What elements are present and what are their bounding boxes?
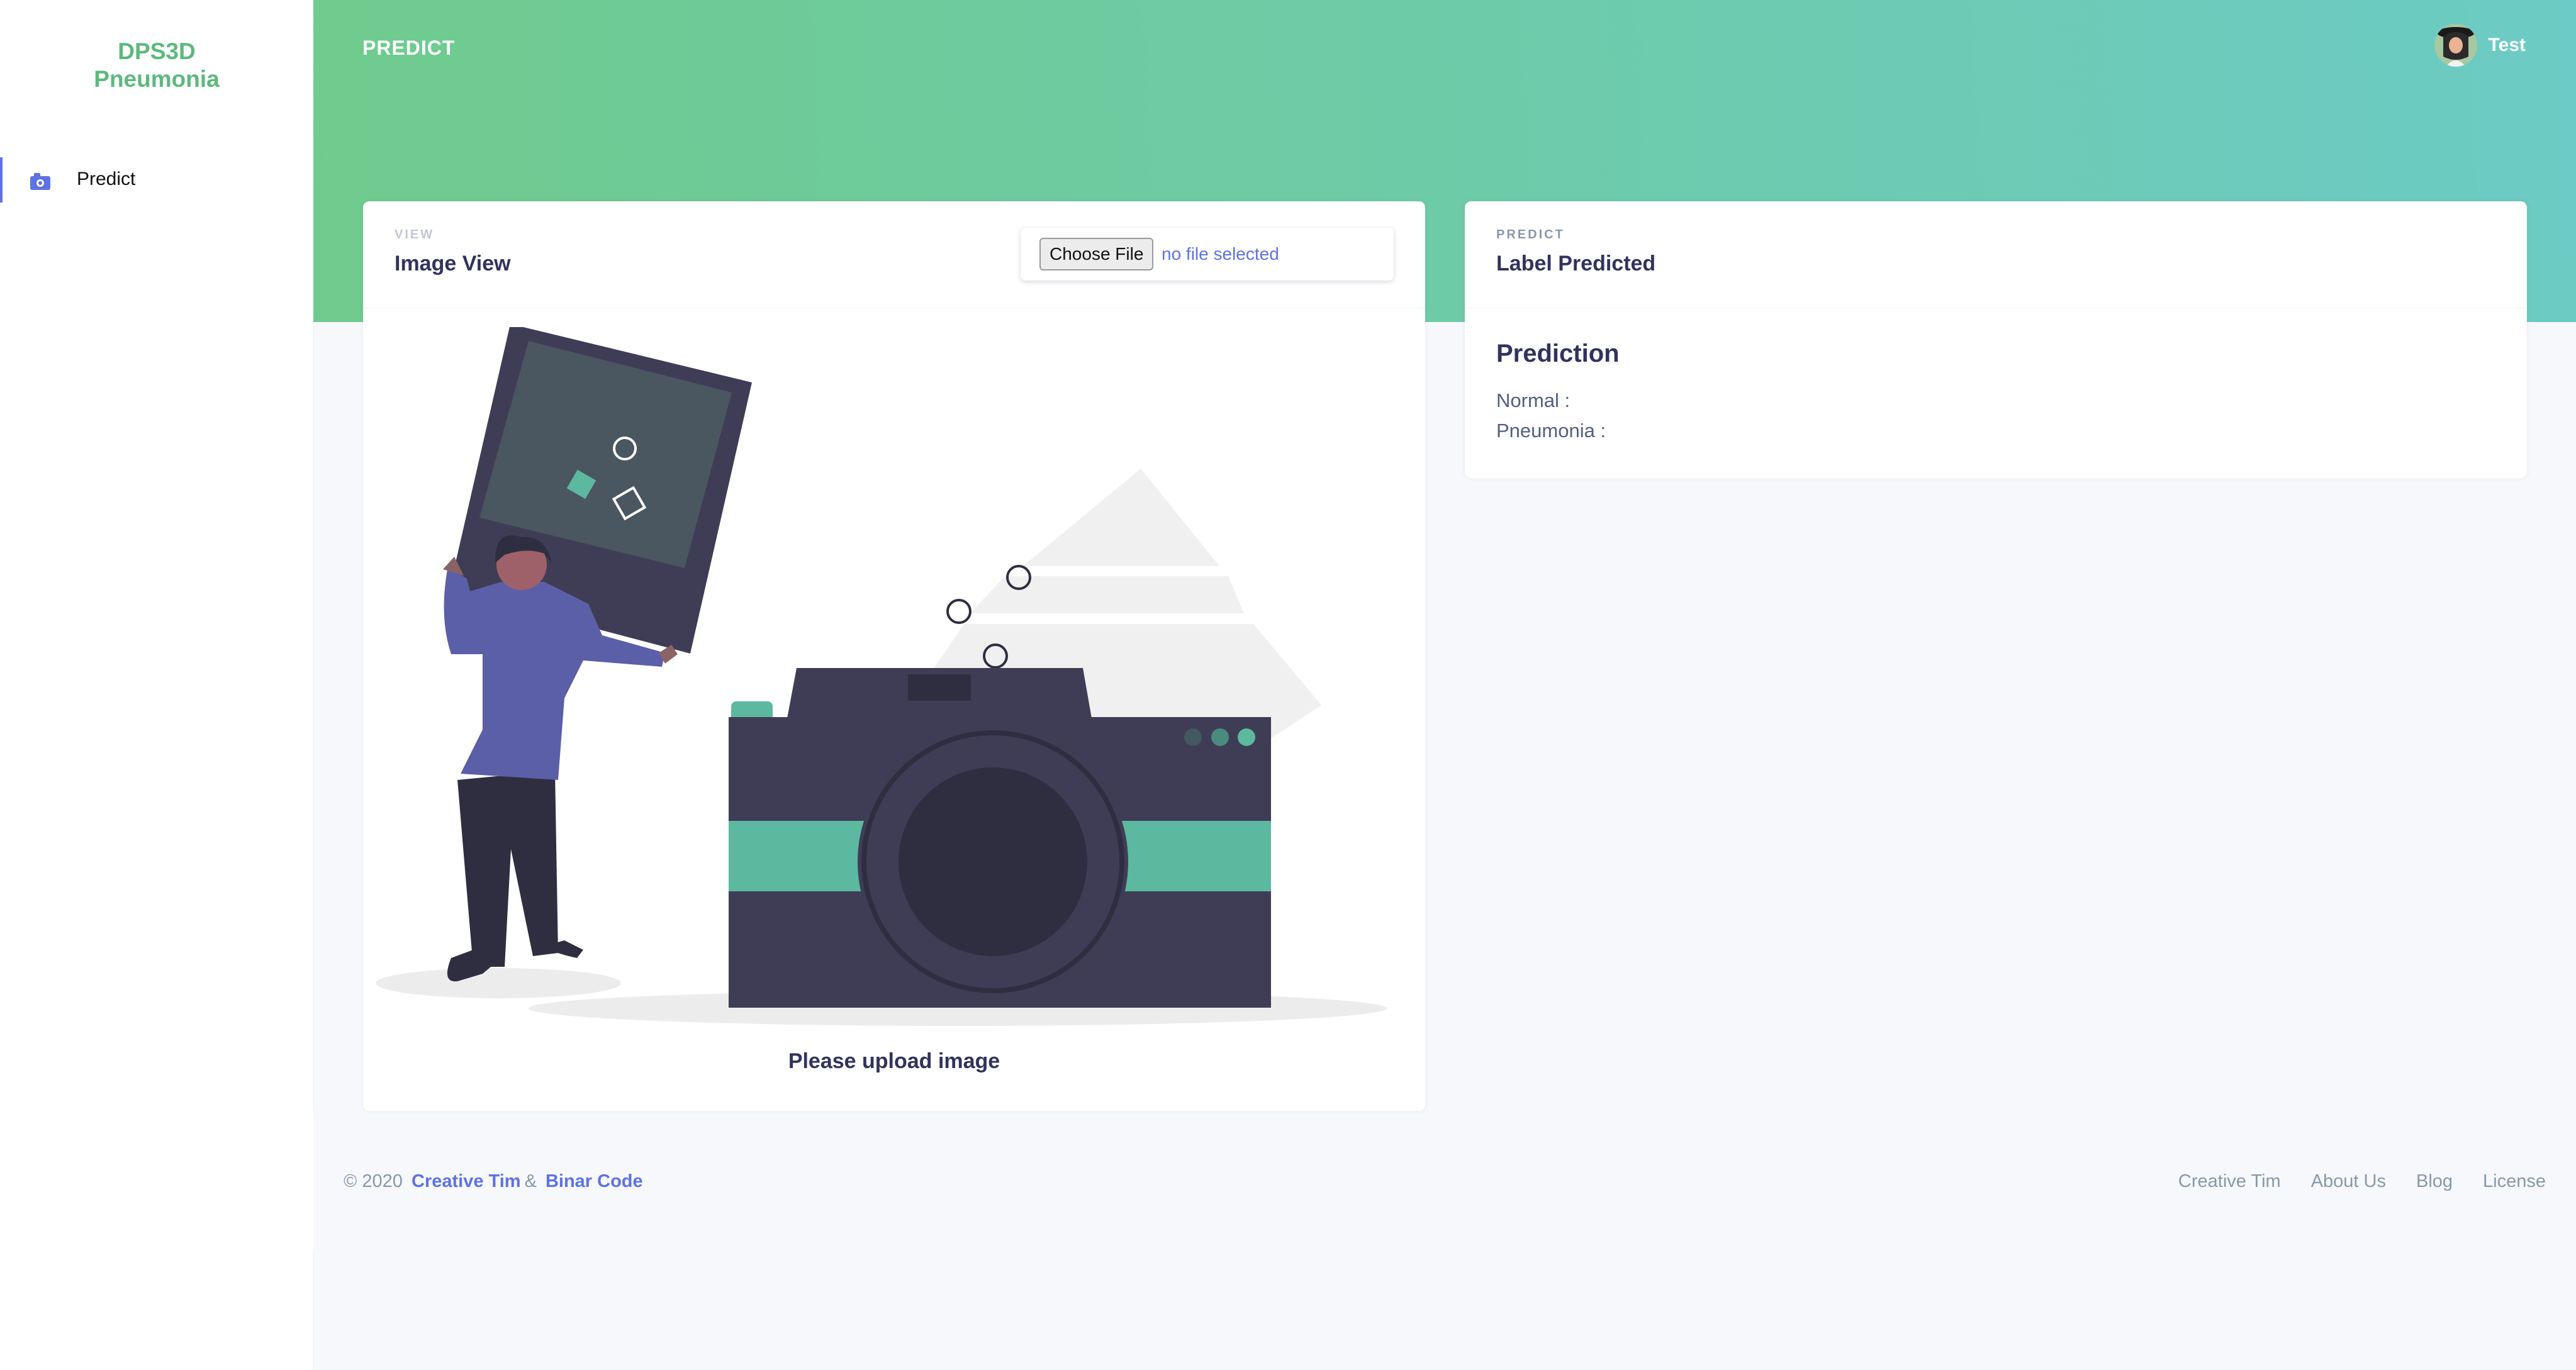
prediction-heading: Prediction: [1496, 340, 1620, 367]
sidebar-item-predict[interactable]: Predict: [0, 157, 313, 203]
upload-illustration: [376, 327, 1387, 1026]
file-input[interactable]: Choose File no file selected: [1021, 228, 1394, 281]
footer-link-about-us[interactable]: About Us: [2311, 1171, 2386, 1192]
image-view-card: VIEW Image View Choose File no file sele…: [363, 201, 1425, 1111]
brand-logo[interactable]: DPS3D Pneumonia: [0, 38, 313, 93]
card-header: PREDICT Label Predicted: [1465, 201, 2527, 308]
brand-line-2: Pneumonia: [94, 66, 220, 92]
file-status: no file selected: [1162, 244, 1279, 264]
choose-file-button[interactable]: Choose File: [1039, 238, 1154, 270]
card-overline: PREDICT: [1496, 228, 1565, 242]
camera: [729, 668, 1271, 1008]
brand-line-1: DPS3D: [118, 38, 196, 64]
footer-link-creative-tim[interactable]: Creative Tim: [412, 1171, 521, 1191]
card-title: Label Predicted: [1496, 252, 1656, 276]
user-menu[interactable]: Test: [2434, 24, 2526, 67]
prediction-pneumonia-label: Pneumonia :: [1496, 420, 1606, 442]
shadow-left: [376, 968, 621, 998]
sidebar: DPS3D Pneumonia Predict: [0, 0, 314, 1370]
footer-link-license[interactable]: License: [2483, 1171, 2546, 1192]
avatar: [2434, 24, 2477, 67]
card-overline: VIEW: [395, 228, 435, 242]
label-predicted-card: PREDICT Label Predicted Prediction Norma…: [1465, 201, 2527, 478]
upload-caption: Please upload image: [788, 1049, 1000, 1073]
camera-icon: [30, 173, 50, 190]
prediction-normal-label: Normal :: [1496, 389, 1571, 411]
card-title: Image View: [395, 252, 511, 276]
ampersand: &: [524, 1171, 537, 1191]
copyright: © 2020 Creative Tim & Binar Code: [344, 1171, 647, 1192]
footer-nav: Creative Tim About Us Blog License: [2178, 1171, 2546, 1192]
sidebar-item-label: Predict: [77, 169, 136, 189]
user-name: Test: [2488, 35, 2526, 55]
page-title: PREDICT: [362, 36, 456, 59]
footer-link-creative-tim-nav[interactable]: Creative Tim: [2178, 1171, 2281, 1192]
card-header: VIEW Image View Choose File no file sele…: [363, 201, 1425, 308]
footer: © 2020 Creative Tim & Binar Code Creative…: [313, 1113, 2576, 1252]
copyright-prefix: © 2020: [344, 1171, 403, 1191]
footer-link-blog[interactable]: Blog: [2416, 1171, 2453, 1192]
footer-link-binar-code[interactable]: Binar Code: [546, 1171, 643, 1191]
